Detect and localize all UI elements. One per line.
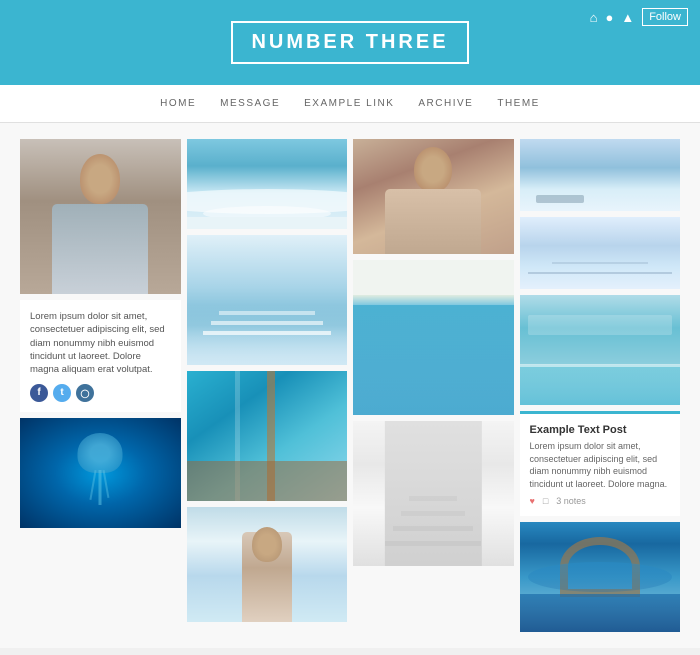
image-seascape-2[interactable] xyxy=(520,217,681,289)
image-pool-outdoor[interactable] xyxy=(520,295,681,405)
image-blue-corridor[interactable] xyxy=(187,371,348,501)
navigation: HOME MESSAGE EXAMPLE LINK ARCHIVE THEME xyxy=(0,85,700,123)
post-title: Example Text Post xyxy=(530,424,671,436)
user-icon[interactable]: ▲ xyxy=(621,10,634,25)
facebook-icon[interactable]: f xyxy=(30,384,48,402)
nav-example-link[interactable]: EXAMPLE LINK xyxy=(304,98,394,109)
heart-icon[interactable]: ♥ xyxy=(530,496,535,506)
home-icon[interactable]: ⌂ xyxy=(590,10,598,25)
example-text-post: Example Text Post Lorem ipsum dolor sit … xyxy=(520,411,681,516)
image-pool-water[interactable] xyxy=(353,260,514,415)
image-arch-sea[interactable] xyxy=(520,522,681,632)
column-2 xyxy=(187,139,348,632)
nav-theme[interactable]: THEME xyxy=(497,98,540,109)
image-woman-portrait[interactable] xyxy=(20,139,181,294)
instagram-icon[interactable]: ◯ xyxy=(76,384,94,402)
nav-message[interactable]: MESSAGE xyxy=(220,98,280,109)
header: ⌂ ● ▲ Follow NUMBER THREE xyxy=(0,0,700,85)
text-post-body: Lorem ipsum dolor sit amet, consectetuer… xyxy=(30,310,171,376)
nav-archive[interactable]: ARCHIVE xyxy=(418,98,473,109)
image-white-stairs[interactable] xyxy=(353,421,514,566)
site-title: NUMBER THREE xyxy=(231,21,468,64)
social-icons: f t ◯ xyxy=(30,384,171,402)
search-icon[interactable]: ● xyxy=(605,10,613,25)
column-4: Example Text Post Lorem ipsum dolor sit … xyxy=(520,139,681,632)
image-seascape-1[interactable] xyxy=(520,139,681,211)
nav-home[interactable]: HOME xyxy=(160,98,196,109)
main-content: Lorem ipsum dolor sit amet, consectetuer… xyxy=(0,123,700,648)
post-footer: ♥ □ 3 notes xyxy=(530,496,671,506)
column-1: Lorem ipsum dolor sit amet, consectetuer… xyxy=(20,139,181,632)
image-woman2[interactable] xyxy=(353,139,514,254)
topbar-icons: ⌂ ● ▲ Follow xyxy=(590,8,688,26)
follow-button[interactable]: Follow xyxy=(642,8,688,26)
image-jellyfish[interactable] xyxy=(20,418,181,528)
twitter-icon[interactable]: t xyxy=(53,384,71,402)
post-body: Lorem ipsum dolor sit amet, consectetuer… xyxy=(530,440,671,490)
column-3 xyxy=(353,139,514,632)
notes-count: 3 notes xyxy=(556,496,586,506)
text-post-1: Lorem ipsum dolor sit amet, consectetuer… xyxy=(20,300,181,412)
image-bikini-girl[interactable] xyxy=(187,507,348,622)
grid: Lorem ipsum dolor sit amet, consectetuer… xyxy=(20,139,680,632)
image-sea-waves[interactable] xyxy=(187,139,348,229)
comment-icon[interactable]: □ xyxy=(543,496,548,506)
image-pool-stairs[interactable] xyxy=(187,235,348,365)
